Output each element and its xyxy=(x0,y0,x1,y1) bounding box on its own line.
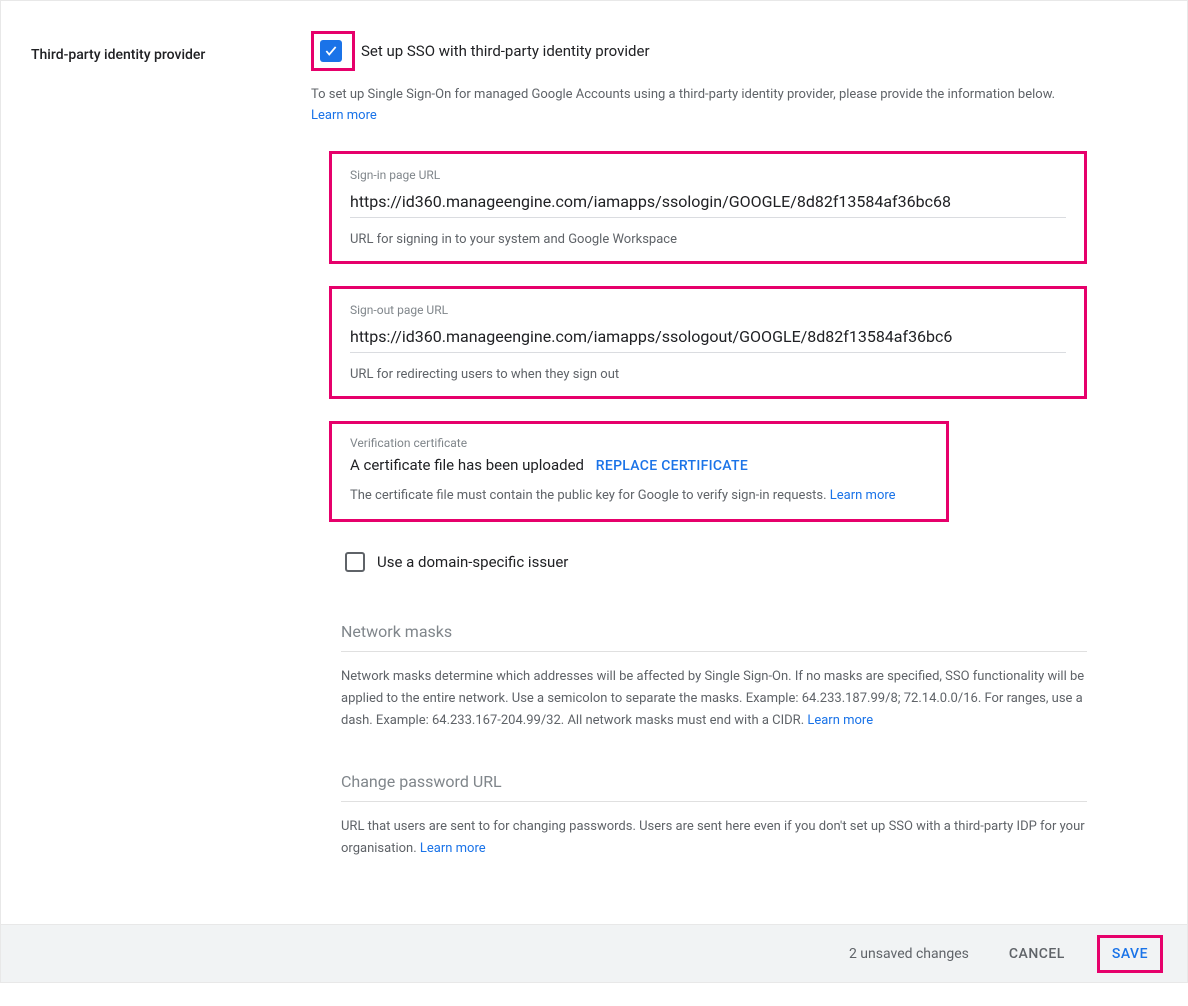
checkmark-icon xyxy=(324,44,338,58)
sso-settings-page: Third-party identity provider Set up SSO… xyxy=(0,0,1188,983)
signin-url-hint: URL for signing in to your system and Go… xyxy=(350,232,1066,247)
change-password-title: Change password URL xyxy=(341,772,1087,802)
sso-checkbox[interactable] xyxy=(320,40,342,62)
signin-url-input[interactable] xyxy=(350,188,1066,218)
sso-checkbox-row: Set up SSO with third-party identity pro… xyxy=(311,31,1087,71)
sso-checkbox-label: Set up SSO with third-party identity pro… xyxy=(361,42,650,60)
cert-status-row: A certificate file has been uploaded REP… xyxy=(350,456,928,474)
section-side-label: Third-party identity provider xyxy=(31,31,311,63)
replace-certificate-link[interactable]: REPLACE CERTIFICATE xyxy=(596,458,748,474)
cert-hint-text: The certificate file must contain the pu… xyxy=(350,488,830,503)
domain-issuer-label: Use a domain-specific issuer xyxy=(377,553,568,571)
cert-block: Verification certificate A certificate f… xyxy=(329,421,949,522)
cancel-button[interactable]: CANCEL xyxy=(997,938,1077,970)
network-masks-section: Network masks Network masks determine wh… xyxy=(341,622,1087,732)
change-password-learn-more-link[interactable]: Learn more xyxy=(420,841,486,856)
sso-intro-text: To set up Single Sign-On for managed Goo… xyxy=(311,85,1087,127)
sso-checkbox-highlight xyxy=(311,31,355,71)
signout-url-block: Sign-out page URL URL for redirecting us… xyxy=(329,286,1087,399)
right-content: Set up SSO with third-party identity pro… xyxy=(311,31,1147,884)
save-button[interactable]: SAVE xyxy=(1100,938,1160,970)
domain-issuer-row: Use a domain-specific issuer xyxy=(345,552,1087,572)
signin-url-block: Sign-in page URL URL for signing in to y… xyxy=(329,151,1087,264)
cert-status-text: A certificate file has been uploaded xyxy=(350,456,584,474)
footer-bar: 2 unsaved changes CANCEL SAVE xyxy=(1,924,1187,982)
network-masks-desc-text: Network masks determine which addresses … xyxy=(341,669,1084,728)
body-area: Third-party identity provider Set up SSO… xyxy=(1,1,1187,924)
cert-hint: The certificate file must contain the pu… xyxy=(350,488,928,503)
signout-url-label: Sign-out page URL xyxy=(350,303,1066,317)
change-password-section: Change password URL URL that users are s… xyxy=(341,772,1087,860)
intro-learn-more-link[interactable]: Learn more xyxy=(311,108,377,123)
unsaved-changes-text: 2 unsaved changes xyxy=(849,946,969,962)
save-button-highlight: SAVE xyxy=(1097,935,1163,973)
network-masks-learn-more-link[interactable]: Learn more xyxy=(807,713,873,728)
intro-text-span: To set up Single Sign-On for managed Goo… xyxy=(311,87,1055,102)
network-masks-desc: Network masks determine which addresses … xyxy=(341,666,1087,732)
domain-issuer-checkbox[interactable] xyxy=(345,552,365,572)
signout-url-hint: URL for redirecting users to when they s… xyxy=(350,367,1066,382)
network-masks-title: Network masks xyxy=(341,622,1087,652)
cert-learn-more-link[interactable]: Learn more xyxy=(830,488,896,503)
signin-url-label: Sign-in page URL xyxy=(350,168,1066,182)
cert-label: Verification certificate xyxy=(350,436,928,450)
signout-url-input[interactable] xyxy=(350,323,1066,353)
change-password-desc: URL that users are sent to for changing … xyxy=(341,816,1087,860)
